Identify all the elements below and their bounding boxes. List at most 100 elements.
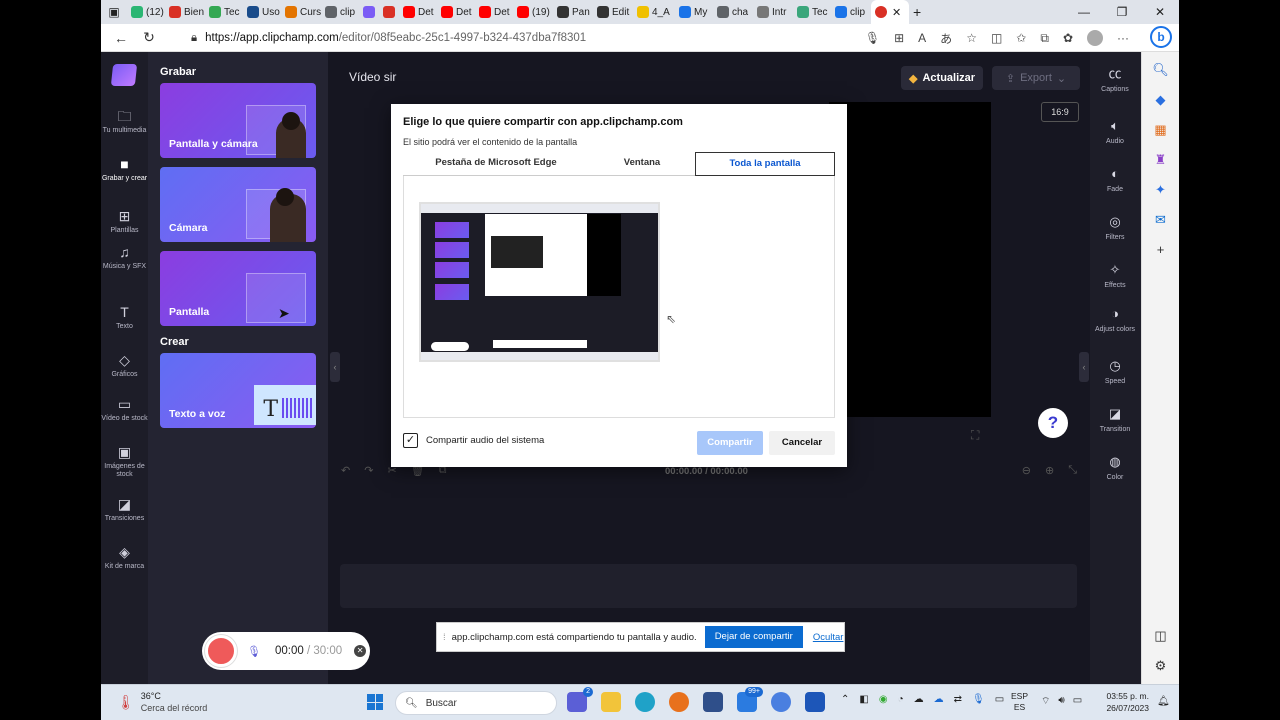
tray-app-icon[interactable]: ◧ <box>859 694 868 705</box>
share-button[interactable]: Compartir <box>697 431 763 455</box>
browser-tab[interactable]: Det <box>475 0 513 24</box>
tab-window[interactable]: Ventana <box>589 152 695 175</box>
active-browser-tab[interactable]: ✕ <box>871 0 909 24</box>
firefox-icon[interactable] <box>669 692 689 712</box>
export-button[interactable]: ⇪ Export ⌄ <box>992 66 1080 90</box>
back-icon[interactable]: ← <box>107 30 135 46</box>
chat-app-icon[interactable]: 2 <box>567 687 593 712</box>
property-item[interactable]: ◐ Fade <box>1090 166 1140 194</box>
browser-tab[interactable] <box>379 0 399 24</box>
url-field[interactable]: 🔒︎ https://app.clipchamp.com/editor/08f5… <box>191 27 841 49</box>
camera-card[interactable]: Cámara <box>160 167 316 242</box>
collapse-right-panel-icon[interactable]: ‹ <box>1079 352 1089 382</box>
sidebar-layout-icon[interactable]: ◫ <box>1154 628 1166 644</box>
quick-settings[interactable]: ⌔ 🔊︎ ▭ <box>1041 695 1082 708</box>
browser-tab[interactable]: Det <box>399 0 437 24</box>
screen-thumbnail[interactable] <box>419 202 660 362</box>
browser-tab[interactable]: Edit <box>593 0 633 24</box>
tray-app-icon[interactable]: ◔ <box>898 694 904 705</box>
clock[interactable]: 03:55 p. m. 26/07/2023 <box>1101 690 1149 714</box>
timeline-track[interactable] <box>340 564 1077 608</box>
taskbar-search[interactable]: 🔍︎ Buscar <box>395 691 557 715</box>
start-button[interactable] <box>367 694 383 710</box>
favorites-icon[interactable]: ✩ <box>1016 31 1026 45</box>
sidebar-toggle-icon[interactable]: ▣ <box>101 0 127 24</box>
language-indicator[interactable]: ESP ES <box>1011 691 1028 713</box>
upgrade-button[interactable]: ◆ Actualizar <box>901 66 984 90</box>
close-recorder-icon[interactable]: ✕ <box>354 645 367 657</box>
browser-tab[interactable]: My <box>675 0 713 24</box>
games-icon[interactable]: ♜ <box>1155 152 1167 168</box>
property-item[interactable]: 🔈︎ Audio <box>1090 118 1140 146</box>
undo-icon[interactable]: ↶ <box>341 464 350 477</box>
property-item[interactable]: ◑ Adjust colors <box>1090 306 1140 334</box>
tray-app-icon[interactable]: ⇄ <box>954 694 962 705</box>
maximize-button[interactable]: ❐ <box>1103 0 1141 24</box>
favorite-star-icon[interactable]: ☆ <box>966 31 977 45</box>
drag-handle-icon[interactable]: ⁞ <box>443 632 446 643</box>
microphone-icon[interactable]: 🎙︎ <box>972 694 985 705</box>
nav-item[interactable]: ■ Grabar y crear <box>101 156 148 183</box>
onedrive-icon[interactable]: ☁ <box>934 694 944 705</box>
collections-icon[interactable]: ⧉ <box>1040 31 1049 46</box>
shopping-tag-icon[interactable]: ◆ <box>1156 92 1166 108</box>
audio-option[interactable]: ✓ Compartir audio del sistema <box>403 433 544 448</box>
browser-tab[interactable]: Uso <box>243 0 281 24</box>
browser-tab[interactable]: Intr <box>753 0 793 24</box>
word-icon[interactable] <box>805 692 825 712</box>
nav-item[interactable]: ◪ Transiciones <box>101 496 148 523</box>
refresh-icon[interactable]: ↻ <box>135 29 163 46</box>
browser-tab[interactable]: (19) <box>513 0 553 24</box>
zoom-out-icon[interactable]: ⊖ <box>1022 464 1031 477</box>
search-icon[interactable]: 🔍︎ <box>1152 62 1169 78</box>
redo-icon[interactable]: ↷ <box>364 464 373 477</box>
nav-item[interactable]: T Texto <box>101 304 148 331</box>
hide-link[interactable]: Ocultar <box>813 632 844 643</box>
settings-gear-icon[interactable]: ⚙ <box>1155 658 1167 674</box>
edge-browser-icon[interactable] <box>635 692 655 712</box>
extensions-icon[interactable]: ✿ <box>1063 31 1073 45</box>
notification-bell-icon[interactable]: 🔔︎ <box>1157 696 1170 707</box>
mail-icon[interactable]: 99+ <box>737 687 763 712</box>
split-screen-icon[interactable]: ◫ <box>991 31 1002 45</box>
microsoft-365-icon[interactable]: ✦ <box>1155 182 1166 198</box>
store-icon[interactable] <box>703 692 723 712</box>
skype-icon[interactable] <box>771 692 791 712</box>
onedrive-icon[interactable]: ☁ <box>914 694 924 705</box>
microphone-icon[interactable]: 🎙︎ <box>865 31 880 45</box>
clipchamp-logo-icon[interactable] <box>110 64 138 86</box>
property-item[interactable]: ✧ Effects <box>1090 262 1140 290</box>
nav-item[interactable]: ♫ Música y SFX <box>101 244 148 271</box>
browser-tab[interactable] <box>359 0 379 24</box>
fit-timeline-icon[interactable]: ⤡ <box>1068 464 1077 477</box>
app-available-icon[interactable]: ⊞ <box>894 31 904 45</box>
browser-tab[interactable]: clip <box>831 0 871 24</box>
aspect-ratio-button[interactable]: 16:9 <box>1041 102 1079 122</box>
add-icon[interactable]: + <box>1157 242 1165 257</box>
nav-item[interactable]: ▣ Imágenes de stock <box>101 444 148 479</box>
browser-tab[interactable]: Curs <box>281 0 321 24</box>
text-to-speech-card[interactable]: T Texto a voz <box>160 353 316 428</box>
fullscreen-icon[interactable]: ⛶ <box>971 428 979 443</box>
weather-widget[interactable]: 🌡︎ 36°C Cerca del récord <box>117 690 207 714</box>
property-item[interactable]: ㏄ Captions <box>1090 66 1140 94</box>
bing-chat-icon[interactable]: b <box>1150 26 1172 48</box>
screen-card[interactable]: ➤ Pantalla <box>160 251 316 326</box>
tab-entire-screen[interactable]: Toda la pantalla <box>695 152 835 176</box>
close-tab-icon[interactable]: ✕ <box>892 6 901 19</box>
project-title[interactable]: Vídeo sir <box>349 70 396 84</box>
new-tab-button[interactable]: + <box>909 0 925 24</box>
close-window-button[interactable]: ✕ <box>1141 0 1179 24</box>
microphone-icon[interactable]: 🎙︎ <box>247 645 261 658</box>
profile-avatar[interactable] <box>1087 30 1103 46</box>
minimize-button[interactable]: — <box>1065 0 1103 24</box>
nav-item[interactable]: ▭ Vídeo de stock <box>101 396 148 423</box>
zoom-in-icon[interactable]: ⊕ <box>1045 464 1054 477</box>
record-button[interactable] <box>205 635 237 667</box>
outlook-icon[interactable]: ✉ <box>1155 212 1166 228</box>
browser-tab[interactable]: 4_A <box>633 0 675 24</box>
browser-tab[interactable]: Tec <box>205 0 243 24</box>
file-explorer-icon[interactable] <box>601 692 621 712</box>
browser-tab[interactable]: Tec <box>793 0 831 24</box>
tray-app-icon[interactable]: ◉ <box>879 694 888 705</box>
